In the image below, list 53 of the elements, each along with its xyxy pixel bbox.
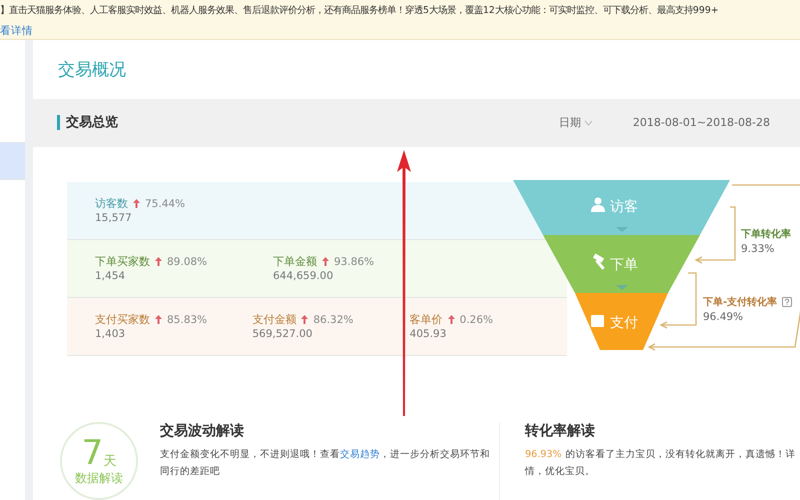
metric-change: 85.83% [167, 314, 208, 326]
metric-change: 93.86% [334, 256, 374, 268]
rate-label: 下单-支付转化率 [703, 295, 778, 309]
metric-label: 下单买家数 [95, 254, 150, 270]
insight-text: 支付金额变化不明显，不进则退哦！查看交易趋势，进一步分析交易环节和同行的差距吧 [160, 448, 491, 479]
metric-value: 15,577 [95, 212, 133, 224]
help-icon[interactable] [782, 296, 792, 307]
metric-value: 405.93 [410, 328, 448, 340]
up-arrow-icon [448, 315, 455, 324]
metric-change: 75.44% [145, 198, 186, 210]
up-arrow-icon [155, 315, 162, 324]
badge-caption: 数据解读 [75, 470, 123, 486]
metric-change: 0.26% [460, 314, 494, 326]
trend-link[interactable]: 交易趋势 [340, 449, 380, 460]
metric-value: 569,527.00 [252, 328, 314, 340]
sidebar-item[interactable] [0, 143, 25, 180]
metric-value: 644,659.00 [273, 270, 334, 282]
funnel-label: 访客 [610, 198, 638, 215]
date-range: 2018-08-01~2018-08-28 [632, 116, 770, 130]
insight-title: 交易波动解读 [160, 422, 245, 440]
metric-change: 89.08% [167, 256, 208, 268]
details-link[interactable]: 看详情 [0, 23, 33, 39]
up-arrow-icon [133, 199, 140, 208]
hammer-icon [592, 253, 605, 270]
metric-label: 支付金额 [252, 312, 296, 328]
wallet-icon [591, 314, 604, 327]
metric-label: 访客数 [95, 196, 128, 212]
up-arrow-icon [301, 315, 308, 324]
metric-label: 客单价 [410, 312, 443, 328]
badge-unit: 天 [103, 452, 116, 470]
down-triangle-icon [616, 284, 628, 290]
insight-title: 转化率解读 [525, 422, 596, 440]
down-triangle-icon [616, 226, 628, 232]
funnel-label: 支付 [610, 314, 638, 331]
rate-value: 96.49% [703, 310, 744, 323]
insight-text: 96.93% 的访客看了主力宝贝，没有转化就离开，真遗憾！详情，优化宝贝。 [525, 448, 797, 479]
metric-change: 86.32% [313, 314, 354, 326]
notice-text: 】直击天猫服务体验、人工客服实时效益、机器人服务效果、售后退款评价分析，还有商品服务榜单！穿透5大场景，覆盖12大核心功能：可实时监控、可下载分析、最高支持999+ [0, 4, 720, 18]
rate-value: 9.33% [741, 242, 776, 255]
metric-value: 1,403 [95, 328, 126, 340]
user-icon [591, 197, 605, 212]
metric-label: 下单金额 [273, 254, 317, 270]
up-arrow-icon [322, 257, 329, 266]
chevron-down-icon [584, 120, 593, 126]
metric-value: 1,454 [95, 270, 126, 282]
rate-label: 下单转化率 [741, 227, 791, 241]
metric-label: 支付买家数 [95, 312, 150, 328]
page-title: 交易概况 [57, 59, 127, 82]
up-arrow-icon [155, 257, 162, 266]
section-title: 交易总览 [57, 115, 118, 130]
badge-number: 7 [82, 436, 104, 470]
date-dropdown[interactable]: 日期 [558, 115, 593, 130]
funnel-label: 下单 [610, 256, 638, 273]
